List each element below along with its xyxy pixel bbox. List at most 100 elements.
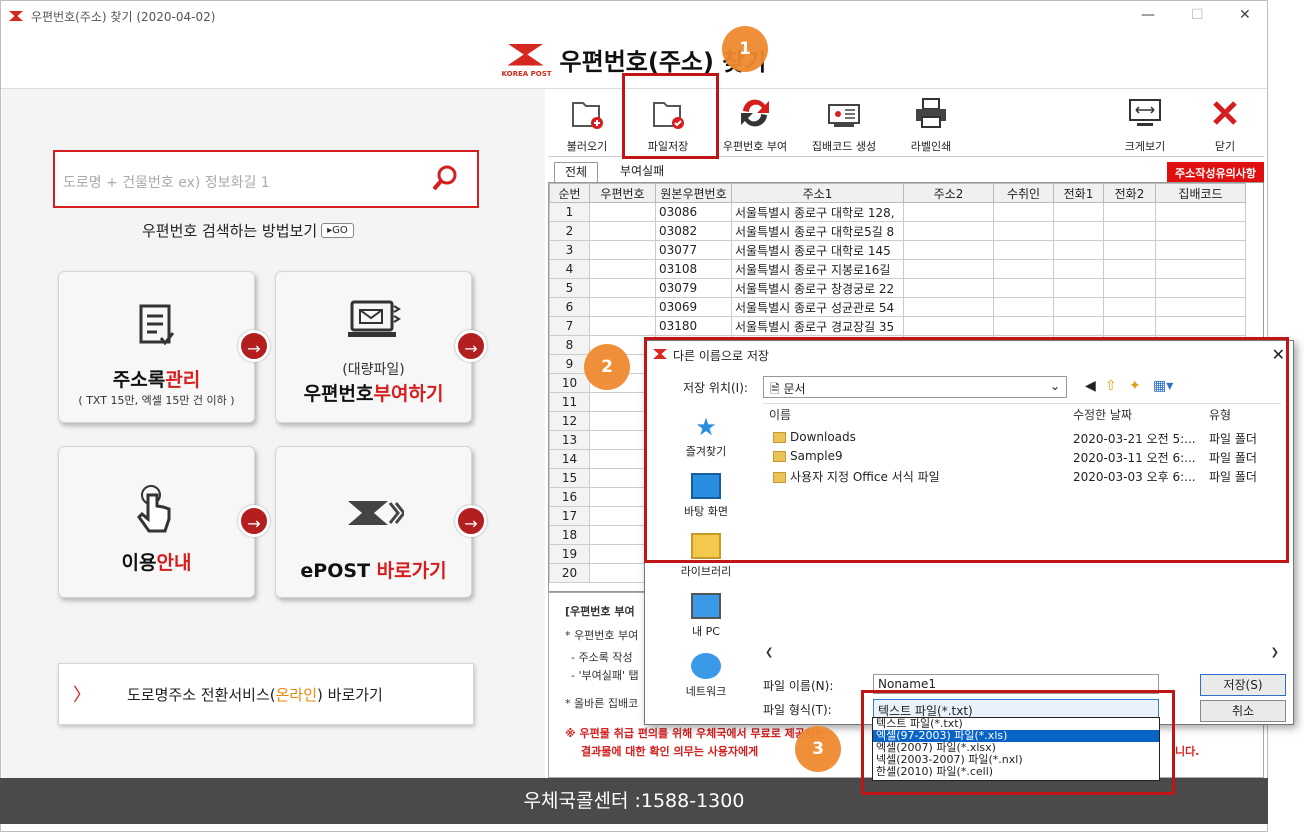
table-cell[interactable]: 서울특별시 종로구 대학로 145 (731, 240, 904, 260)
table-cell[interactable] (1053, 278, 1104, 298)
save-button[interactable]: 저장(S) (1200, 674, 1286, 696)
table-row[interactable]: 4 03108 서울특별시 종로구 지봉로16길 (549, 259, 1246, 279)
table-cell[interactable]: 03082 (655, 221, 732, 241)
table-cell[interactable] (903, 240, 994, 260)
table-cell[interactable] (993, 240, 1054, 260)
table-cell[interactable] (1103, 259, 1156, 279)
column-header[interactable]: 주소1 (731, 183, 904, 203)
table-cell[interactable]: 7 (549, 316, 590, 336)
table-cell[interactable] (1103, 221, 1156, 241)
table-cell[interactable] (589, 221, 656, 241)
table-cell[interactable]: 16 (549, 487, 590, 507)
column-header[interactable]: 원본우편번호 (655, 183, 732, 203)
table-cell[interactable] (589, 278, 656, 298)
place-this-pc[interactable]: 내 PC (651, 593, 761, 639)
table-cell[interactable]: 10 (549, 373, 590, 393)
table-cell[interactable] (1155, 221, 1246, 241)
table-cell[interactable] (589, 297, 656, 317)
arrow-right-icon[interactable]: → (455, 505, 487, 537)
table-cell[interactable]: 03180 (655, 316, 732, 336)
table-cell[interactable] (1053, 240, 1104, 260)
table-cell[interactable] (589, 202, 656, 222)
table-cell[interactable] (1053, 221, 1104, 241)
table-cell[interactable]: 서울특별시 종로구 성균관로 54 (731, 297, 904, 317)
bulk-assign-tile[interactable]: (대량파일) 우편번호부여하기 → (275, 271, 487, 423)
table-cell[interactable]: 17 (549, 506, 590, 526)
table-cell[interactable] (993, 221, 1054, 241)
table-cell[interactable]: 서울특별시 종로구 창경궁로 22 (731, 278, 904, 298)
column-header[interactable]: 전화2 (1103, 183, 1156, 203)
table-cell[interactable] (903, 202, 994, 222)
table-cell[interactable] (1103, 278, 1156, 298)
table-cell[interactable]: 15 (549, 468, 590, 488)
table-row[interactable]: 7 03180 서울특별시 종로구 경교장길 35 (549, 316, 1246, 336)
road-address-link[interactable]: 〉 도로명주소 전환서비스(온라인) 바로가기 (58, 663, 474, 725)
table-cell[interactable]: 13 (549, 430, 590, 450)
assign-postcode-button[interactable]: 우편번호 부여 (712, 95, 798, 154)
table-cell[interactable] (993, 259, 1054, 279)
search-icon[interactable] (431, 164, 459, 192)
cancel-button[interactable]: 취소 (1200, 700, 1286, 722)
table-cell[interactable] (1155, 202, 1246, 222)
maximize-button[interactable]: ☐ (1191, 7, 1204, 23)
table-cell[interactable]: 14 (549, 449, 590, 469)
horizontal-scrollbar[interactable]: ❮ ❯ (763, 647, 1281, 663)
table-cell[interactable] (1155, 278, 1246, 298)
column-header[interactable]: 주소2 (903, 183, 994, 203)
arrow-right-icon[interactable]: → (455, 330, 487, 362)
table-cell[interactable]: 2 (549, 221, 590, 241)
open-button[interactable]: 불러오기 (560, 95, 614, 154)
table-cell[interactable] (1103, 316, 1156, 336)
table-cell[interactable] (993, 316, 1054, 336)
table-cell[interactable]: 1 (549, 202, 590, 222)
table-row[interactable]: 6 03069 서울특별시 종로구 성균관로 54 (549, 297, 1246, 317)
table-cell[interactable] (903, 297, 994, 317)
table-cell[interactable]: 19 (549, 544, 590, 564)
table-cell[interactable] (589, 259, 656, 279)
print-label-button[interactable]: 라벨인쇄 (904, 95, 958, 154)
close-button[interactable]: 닫기 (1203, 95, 1247, 154)
table-cell[interactable] (1053, 297, 1104, 317)
table-cell[interactable] (1053, 202, 1104, 222)
table-cell[interactable]: 03086 (655, 202, 732, 222)
table-cell[interactable]: 18 (549, 525, 590, 545)
column-header[interactable]: 전화1 (1053, 183, 1104, 203)
table-cell[interactable] (1155, 259, 1246, 279)
howto-link[interactable]: 우편번호 검색하는 방법보기 ▸GO (142, 220, 354, 241)
table-cell[interactable]: 5 (549, 278, 590, 298)
column-header[interactable]: 우편번호 (589, 183, 656, 203)
table-cell[interactable]: 8 (549, 335, 590, 355)
table-row[interactable]: 5 03079 서울특별시 종로구 창경궁로 22 (549, 278, 1246, 298)
table-cell[interactable] (903, 316, 994, 336)
table-cell[interactable]: 서울특별시 종로구 대학로5길 8 (731, 221, 904, 241)
go-button[interactable]: ▸GO (321, 223, 354, 238)
table-cell[interactable]: 11 (549, 392, 590, 412)
table-row[interactable]: 1 03086 서울특별시 종로구 대학로 128, (549, 202, 1246, 222)
address-book-tile[interactable]: 주소록관리 ( TXT 15만, 엑셀 15만 건 이하 ) → (58, 271, 270, 423)
table-row[interactable]: 2 03082 서울특별시 종로구 대학로5길 8 (549, 221, 1246, 241)
table-cell[interactable] (903, 278, 994, 298)
table-cell[interactable]: 20 (549, 563, 590, 583)
minimize-button[interactable]: — (1141, 7, 1155, 23)
barcode-button[interactable]: 집배코드 생성 (804, 95, 884, 154)
table-cell[interactable] (589, 316, 656, 336)
table-cell[interactable]: 서울특별시 종로구 대학로 128, (731, 202, 904, 222)
search-box[interactable]: 도로명 + 건물번호 ex) 정보화길 1 (53, 150, 479, 208)
table-cell[interactable] (1155, 240, 1246, 260)
table-cell[interactable] (993, 278, 1054, 298)
arrow-right-icon[interactable]: → (238, 505, 270, 537)
table-cell[interactable]: 03077 (655, 240, 732, 260)
table-cell[interactable] (1053, 259, 1104, 279)
column-header[interactable]: 집배코드 (1155, 183, 1246, 203)
table-cell[interactable] (1155, 316, 1246, 336)
table-cell[interactable]: 4 (549, 259, 590, 279)
table-cell[interactable] (1103, 297, 1156, 317)
window-close-button[interactable]: ✕ (1239, 7, 1251, 23)
address-warning-button[interactable]: 주소작성유의사항 (1167, 162, 1264, 184)
table-row[interactable]: 3 03077 서울특별시 종로구 대학로 145 (549, 240, 1246, 260)
column-header[interactable]: 수취인 (993, 183, 1054, 203)
table-cell[interactable]: 03069 (655, 297, 732, 317)
tab-all[interactable]: 전체 (554, 162, 599, 182)
table-cell[interactable] (903, 221, 994, 241)
table-cell[interactable]: 03079 (655, 278, 732, 298)
